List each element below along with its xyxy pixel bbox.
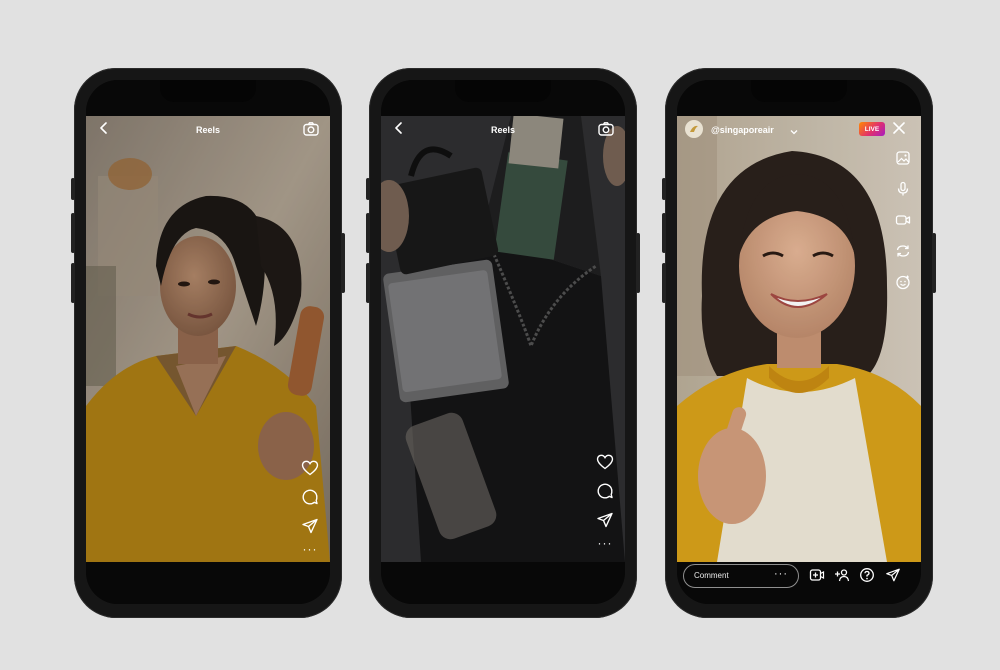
- video-camera-icon[interactable]: [893, 210, 913, 230]
- username[interactable]: @singaporeair: [711, 125, 774, 135]
- comment-input[interactable]: Comment ···: [683, 564, 799, 588]
- reel-video[interactable]: [86, 116, 330, 562]
- effects-face-icon[interactable]: [893, 272, 913, 292]
- camera-icon[interactable]: [302, 120, 320, 138]
- close-icon[interactable]: [891, 120, 907, 136]
- live-tools: [893, 148, 913, 303]
- comment-icon[interactable]: [595, 481, 615, 501]
- phone-notch: [455, 80, 551, 102]
- question-icon[interactable]: [859, 567, 875, 583]
- add-guest-icon[interactable]: [834, 567, 850, 583]
- phone-screen-3: @singaporeair LIVE Comment ···: [677, 80, 921, 604]
- phone-screen-2: Reels ···: [381, 80, 625, 604]
- send-icon[interactable]: [300, 516, 320, 536]
- gallery-icon[interactable]: [893, 148, 913, 168]
- phone-notch: [751, 80, 847, 102]
- avatar[interactable]: [685, 120, 703, 138]
- reels-header: Reels: [86, 116, 330, 144]
- microphone-icon[interactable]: [893, 179, 913, 199]
- chevron-down-icon[interactable]: [789, 124, 799, 135]
- comment-icon[interactable]: [300, 487, 320, 507]
- add-video-icon[interactable]: [809, 567, 825, 583]
- more-options-icon[interactable]: ···: [300, 543, 320, 555]
- live-header: @singaporeair LIVE: [677, 116, 921, 144]
- live-badge: LIVE: [859, 122, 885, 136]
- reel-actions: ···: [300, 458, 320, 555]
- heart-icon[interactable]: [300, 458, 320, 478]
- page-title: Reels: [195, 125, 221, 135]
- flip-camera-icon[interactable]: [893, 241, 913, 261]
- camera-icon[interactable]: [597, 120, 615, 138]
- reel-video[interactable]: [381, 116, 625, 562]
- live-video[interactable]: [677, 116, 921, 562]
- live-comment-bar: Comment ···: [677, 562, 921, 592]
- heart-icon[interactable]: [595, 452, 615, 472]
- send-icon[interactable]: [595, 510, 615, 530]
- phone-mockup-2: Reels ···: [366, 68, 640, 618]
- reel-actions: ···: [595, 452, 615, 549]
- comment-placeholder: Comment: [694, 571, 729, 580]
- phone-notch: [160, 80, 256, 102]
- phone-screen-1: Reels ···: [86, 80, 330, 604]
- reels-header: Reels: [381, 116, 625, 144]
- comment-more-icon[interactable]: ···: [774, 568, 788, 580]
- send-icon[interactable]: [885, 567, 901, 583]
- phone-mockup-3: @singaporeair LIVE Comment ···: [662, 68, 936, 618]
- more-options-icon[interactable]: ···: [595, 537, 615, 549]
- phone-mockup-1: Reels ···: [71, 68, 345, 618]
- page-title: Reels: [490, 125, 516, 135]
